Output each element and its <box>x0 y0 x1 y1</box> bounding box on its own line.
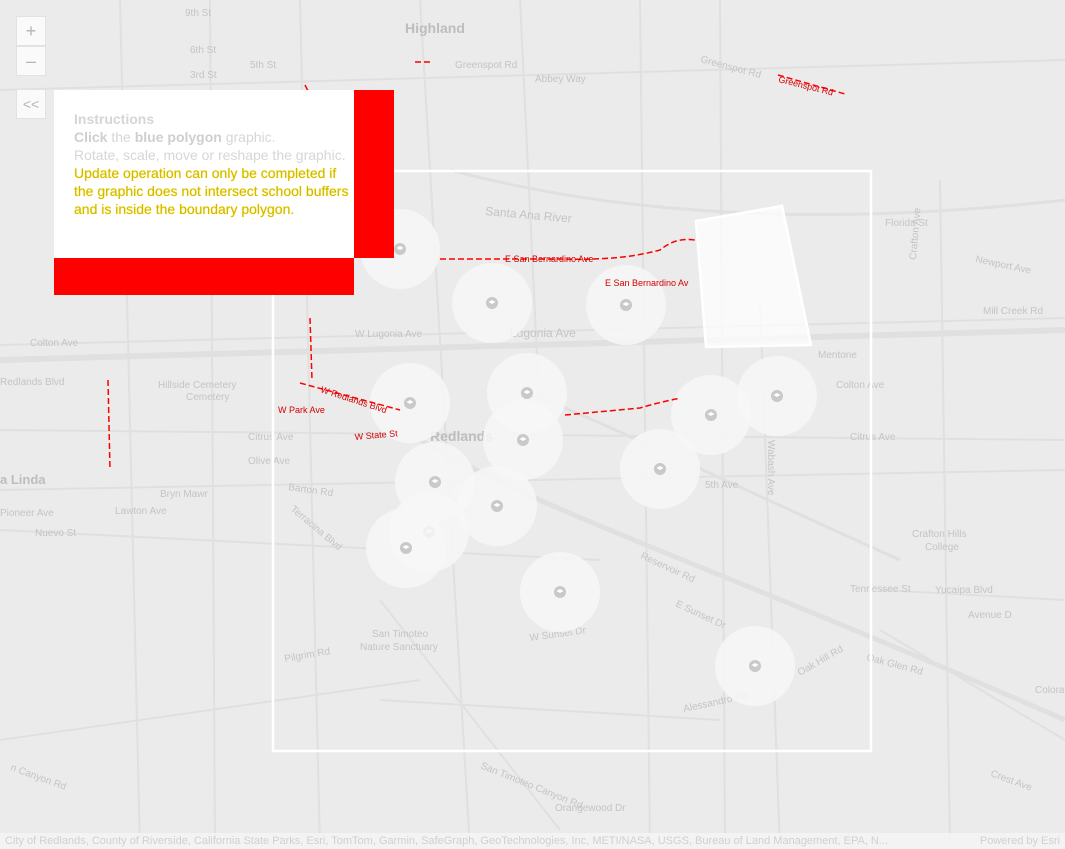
street-label: E Sunset Dr <box>674 599 728 632</box>
street-label: Colton Ave <box>30 338 79 349</box>
street-label: Redlands Blvd <box>0 377 64 388</box>
street-label: Wabash Ave <box>765 440 776 496</box>
street-label: Hillside Cemetery <box>158 380 236 391</box>
instructions-line-3: Update operation can only be completed i… <box>74 165 349 217</box>
the-word: the <box>107 129 135 145</box>
instructions-panel: Instructions Click the blue polygon grap… <box>54 90 354 258</box>
panel-highlight-bottom <box>54 258 354 295</box>
place-label-mentone: Mentone <box>818 350 857 361</box>
street-label: Lawton Ave <box>115 506 167 517</box>
editable-polygon-graphic[interactable] <box>694 204 813 349</box>
street-label: Nature Sanctuary <box>360 642 438 653</box>
street-label: Tennessee St <box>850 584 911 595</box>
street-label: Santa Ana River <box>485 204 573 226</box>
street-label: Oak Hill Rd <box>796 644 845 679</box>
street-label: Colorado St <box>1035 685 1065 696</box>
street-label: Avenue D <box>968 610 1012 621</box>
instructions-line-1: Click the blue polygon graphic. <box>74 128 354 146</box>
street-label: Cemetery <box>186 392 229 403</box>
highlight-label: E San Bernardino Ave <box>505 254 593 264</box>
panel-highlight-right <box>354 90 394 258</box>
click-word: Click <box>74 129 108 145</box>
street-label: Pilgrim Rd <box>284 646 331 665</box>
street-label: Newport Ave <box>974 254 1032 277</box>
place-label-highland: Highland <box>405 20 465 36</box>
highlight-label: W Park Ave <box>278 405 325 415</box>
graphic-word: graphic. <box>221 129 276 145</box>
street-label: Nuevo St <box>35 528 76 539</box>
street-label: Citrus Ave <box>248 432 294 443</box>
street-label: Crafton Ave <box>908 207 924 260</box>
street-label: Orangewood Dr <box>555 803 626 814</box>
street-label: Abbey Way <box>535 74 586 85</box>
highlight-label: E San Bernardino Av <box>605 278 689 288</box>
attribution-bar: City of Redlands, County of Riverside, C… <box>0 833 1065 849</box>
street-label: Bryn Mawr <box>160 489 208 500</box>
street-label: Colton Ave <box>836 380 885 391</box>
street-label: 6th St <box>190 45 216 56</box>
street-label: 9th St <box>185 8 211 19</box>
street-label: 5th Ave <box>705 480 739 491</box>
street-label: Citrus Ave <box>850 432 896 443</box>
place-label-college: College <box>925 542 959 553</box>
place-label-crafton-hills: Crafton Hills <box>912 529 966 540</box>
street-label: 5th St <box>250 60 276 71</box>
instructions-line-2: Rotate, scale, move or reshape the graph… <box>74 147 346 163</box>
street-label: Crest Ave <box>989 768 1034 793</box>
street-label: Greenspot Rd <box>699 54 762 81</box>
instructions-title: Instructions <box>74 111 155 127</box>
blue-polygon-word: blue polygon <box>134 129 222 145</box>
street-label: Olive Ave <box>248 456 290 467</box>
street-label: W Lugonia Ave <box>355 329 423 340</box>
zoom-in-button[interactable]: + <box>16 16 46 46</box>
street-label: Greenspot Rd <box>455 60 517 71</box>
street-label: n Canyon Rd <box>9 762 68 792</box>
street-label: San Timoteo <box>372 629 429 640</box>
zoom-out-button[interactable]: – <box>16 46 46 76</box>
attribution-text: City of Redlands, County of Riverside, C… <box>5 835 889 847</box>
powered-by-esri[interactable]: Powered by Esri <box>980 833 1060 849</box>
street-label: Yucaipa Blvd <box>935 585 993 596</box>
street-label: 3rd St <box>190 70 217 81</box>
place-label-loma-linda: a Linda <box>0 472 46 487</box>
highlight-label: Greenspot Rd <box>778 74 835 97</box>
collapse-panel-button[interactable]: << <box>16 89 46 119</box>
street-label: Mill Creek Rd <box>983 306 1043 317</box>
street-label: Pioneer Ave <box>0 508 54 519</box>
highlight-label: W State St <box>354 428 398 442</box>
